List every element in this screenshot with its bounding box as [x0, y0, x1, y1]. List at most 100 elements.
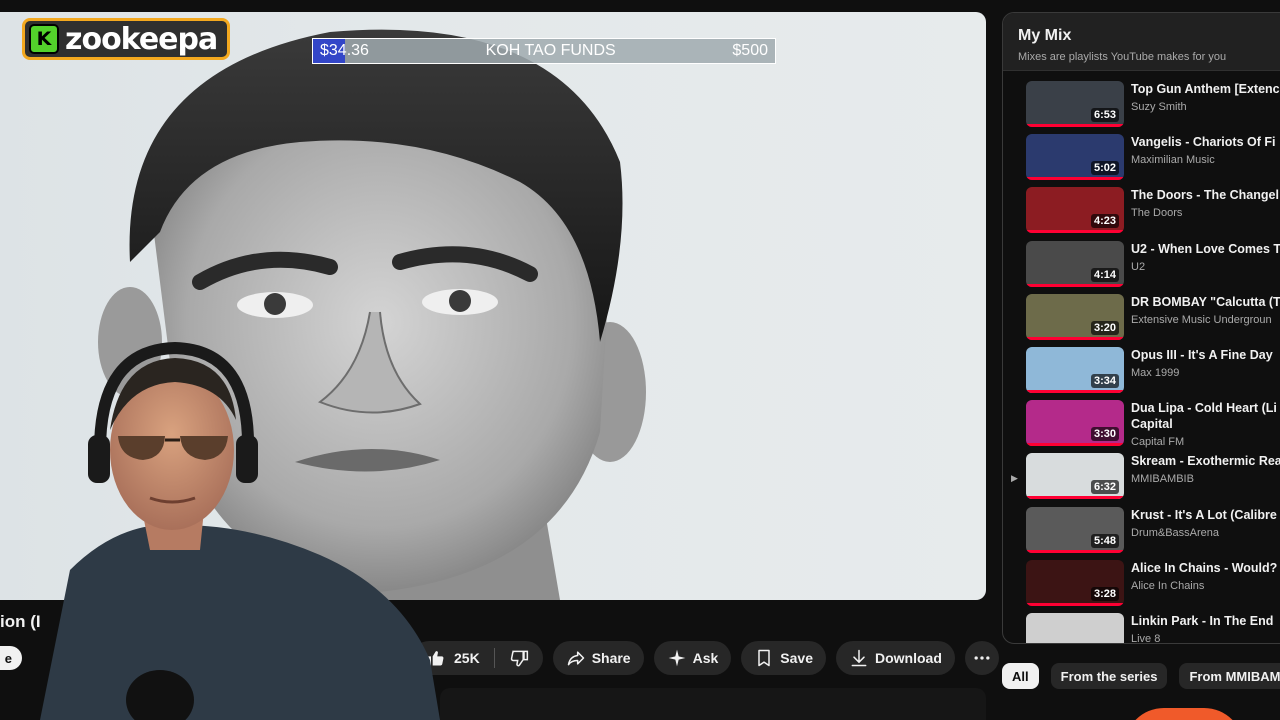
mix-item[interactable]: 5:02 Vangelis - Chariots Of Fi Maximilian …	[1003, 134, 1280, 187]
duration-badge: 3:30	[1090, 427, 1119, 442]
mix-item-title[interactable]: Dua Lipa - Cold Heart (Li	[1131, 400, 1280, 416]
download-button[interactable]: Download	[836, 641, 955, 675]
duration-badge: 5:48	[1090, 533, 1119, 548]
mix-item[interactable]: 3:30 Dua Lipa - Cold Heart (Li Capital Capi…	[1003, 400, 1280, 453]
mix-header: My Mix Mixes are playlists YouTube makes…	[1003, 13, 1280, 71]
watched-progress-bar	[1026, 124, 1124, 127]
watched-progress-bar	[1026, 389, 1124, 393]
mix-item-channel: The Doors	[1131, 207, 1183, 220]
mix-item-meta: Top Gun Anthem [Extenc Suzy Smith	[1131, 81, 1280, 113]
streamer-webcam-overlay	[40, 341, 440, 720]
logo-text: zookeepa	[65, 21, 218, 57]
share-label: Share	[591, 650, 631, 666]
mix-item-meta: Linkin Park - In The End Live 8	[1131, 613, 1280, 644]
mix-item-thumbnail[interactable]: 5:48	[1026, 506, 1124, 553]
mix-item-channel: Suzy Smith	[1131, 101, 1187, 113]
ask-label: Ask	[692, 650, 719, 666]
mix-item-title[interactable]: Vangelis - Chariots Of Fi	[1131, 134, 1280, 150]
duration-badge: 6:53	[1090, 108, 1119, 122]
watched-progress-bar	[1026, 602, 1124, 606]
duration-badge: 3:34	[1090, 373, 1119, 388]
mix-item-title-line2[interactable]: Capital	[1131, 416, 1280, 432]
mix-item-title[interactable]: Opus III - It's A Fine Day	[1131, 347, 1280, 363]
mix-item[interactable]: 4:23 The Doors - The Changel The Doors	[1003, 187, 1280, 240]
dislike-button[interactable]	[495, 641, 543, 675]
like-count: 25K	[454, 650, 480, 666]
mix-item-title[interactable]: The Doors - The Changel	[1131, 187, 1280, 203]
mix-item[interactable]: 3:28 Alice In Chains - Would? Alice In Cha…	[1003, 559, 1280, 613]
mix-item-title[interactable]: Skream - Exothermic Rea	[1131, 453, 1280, 469]
mix-item-channel: U2	[1131, 260, 1146, 273]
mix-item-thumbnail[interactable]: 3:20	[1026, 293, 1124, 340]
watched-progress-bar	[1026, 230, 1124, 234]
mix-item-thumbnail[interactable]: 4:14	[1026, 240, 1124, 287]
save-button[interactable]: Save	[741, 641, 826, 675]
logo-k-icon: K	[29, 24, 59, 54]
mix-item[interactable]: 5:48 Krust - It's A Lot (Calibre Drum&Bass…	[1003, 506, 1280, 560]
mix-item-meta: Dua Lipa - Cold Heart (Li Capital Capital …	[1131, 400, 1280, 448]
mix-item[interactable]: ▶ 6:32 Skream - Exothermic Rea MMIBAMBIB	[1003, 453, 1280, 506]
sparkle-icon	[668, 649, 685, 667]
filter-chips: All From the series From MMIBAM	[1002, 663, 1280, 689]
download-label: Download	[875, 650, 942, 666]
duration-badge: 3:20	[1090, 320, 1119, 335]
watched-progress-bar	[1026, 336, 1124, 340]
duration-badge: 5:02	[1090, 161, 1119, 176]
mix-item-title[interactable]: U2 - When Love Comes T	[1131, 241, 1280, 257]
mix-item-thumbnail[interactable]: 3:28	[1026, 559, 1124, 606]
watched-progress-bar	[1026, 177, 1124, 181]
mix-item-thumbnail[interactable]: 4:23	[1026, 187, 1124, 234]
duration-badge: 4:23	[1090, 214, 1119, 229]
mix-item-meta: Alice In Chains - Would? Alice In Chains	[1131, 560, 1280, 592]
mix-item-thumbnail[interactable]: 6:32	[1026, 453, 1124, 500]
filter-chip[interactable]: All	[1002, 663, 1039, 689]
mix-item-title[interactable]: Linkin Park - In The End	[1131, 613, 1280, 629]
mix-item[interactable]: 3:20 DR BOMBAY "Calcutta (T Extensive Musi…	[1003, 293, 1280, 347]
duration-badge: 3:28	[1090, 586, 1119, 601]
mix-item-channel: MMIBAMBIB	[1131, 473, 1194, 486]
mix-item-thumbnail[interactable]: 3:34	[1026, 346, 1124, 393]
mix-item[interactable]: 6:53 Top Gun Anthem [Extenc Suzy Smith	[1003, 81, 1280, 134]
mix-item-meta: Opus III - It's A Fine Day Max 1999	[1131, 347, 1280, 379]
mix-item-meta: Skream - Exothermic Rea MMIBAMBIB	[1131, 453, 1280, 485]
mix-item-thumbnail[interactable]: 5:02	[1026, 134, 1124, 181]
mix-item-meta: U2 - When Love Comes T U2	[1131, 241, 1280, 273]
fund-name: KOH TAO FUNDS	[485, 42, 616, 59]
watched-progress-bar	[1026, 443, 1124, 447]
mix-item-thumbnail[interactable]: 3:30	[1026, 400, 1124, 447]
watched-progress-bar	[1026, 496, 1124, 500]
mix-item-channel: Drum&BassArena	[1131, 526, 1220, 539]
filter-chip[interactable]: From the series	[1050, 663, 1168, 689]
mix-item-thumbnail[interactable]: 6:53	[1026, 81, 1124, 127]
fund-current-amount: $34.36	[320, 42, 369, 59]
mix-item-meta: Vangelis - Chariots Of Fi Maximilian Musi…	[1131, 134, 1280, 166]
download-icon	[851, 649, 867, 667]
mix-item-channel: Extensive Music Undergroun	[1131, 313, 1272, 326]
mix-item[interactable]: Linkin Park - In The End Live 8	[1003, 612, 1280, 644]
mix-item-channel: Alice In Chains	[1131, 579, 1205, 592]
more-actions-button[interactable]	[964, 641, 999, 675]
mix-item-channel: Live 8	[1131, 632, 1161, 644]
mix-title[interactable]: My Mix	[1018, 27, 1280, 45]
share-button[interactable]: Share	[552, 641, 644, 675]
mix-item-title[interactable]: Krust - It's A Lot (Calibre	[1131, 507, 1280, 523]
mix-item[interactable]: 3:34 Opus III - It's A Fine Day Max 1999	[1003, 346, 1280, 400]
filter-chip[interactable]: From MMIBAM	[1179, 663, 1280, 689]
video-actions-bar: 25K Share Ask Save Download	[412, 641, 999, 675]
fund-goal-amount: $500	[732, 42, 768, 59]
mix-item-channel: Capital FM	[1131, 436, 1185, 449]
more-horizontal-icon	[974, 656, 990, 660]
mix-item-thumbnail[interactable]	[1026, 612, 1124, 643]
mix-item[interactable]: 4:14 U2 - When Love Comes T U2	[1003, 240, 1280, 294]
mix-playlist-panel: My Mix Mixes are playlists YouTube makes…	[1002, 12, 1280, 644]
watched-progress-bar	[1026, 283, 1124, 287]
description-box-edge	[440, 688, 986, 720]
mix-item-title[interactable]: Alice In Chains - Would?	[1131, 560, 1280, 576]
mix-item-title[interactable]: Top Gun Anthem [Extenc	[1131, 81, 1280, 97]
duration-badge: 4:14	[1090, 267, 1119, 282]
mix-item-title[interactable]: DR BOMBAY "Calcutta (T	[1131, 294, 1280, 310]
mix-item-meta: DR BOMBAY "Calcutta (T Extensive Music Un…	[1131, 294, 1280, 326]
mix-item-meta: The Doors - The Changel The Doors	[1131, 187, 1280, 219]
ask-button[interactable]: Ask	[653, 641, 732, 675]
mix-item-meta: Krust - It's A Lot (Calibre Drum&BassAren…	[1131, 507, 1280, 539]
